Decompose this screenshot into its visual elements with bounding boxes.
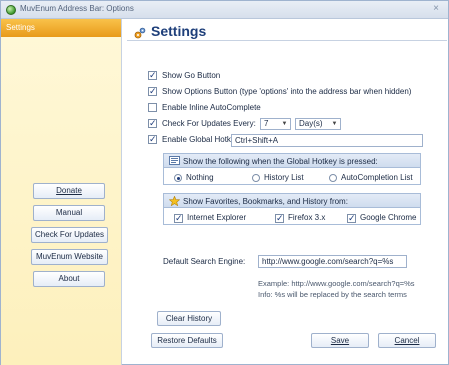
check-for-updates-label: Check For Updates	[35, 230, 104, 239]
hotkey-group-header: Show the following when the Global Hotke…	[164, 154, 420, 168]
muvenum-website-label: MuvEnum Website	[36, 252, 103, 261]
sources-group-title: Show Favorites, Bookmarks, and History f…	[183, 197, 348, 206]
inline-autocomplete-label: Enable Inline AutoComplete	[162, 103, 261, 112]
close-button[interactable]: ×	[433, 3, 439, 15]
radio-autocompletion-list[interactable]	[329, 174, 337, 182]
check-updates-label: Check For Updates Every:	[162, 119, 256, 128]
about-button[interactable]: About	[33, 271, 105, 287]
inline-autocomplete-checkbox[interactable]	[148, 103, 157, 112]
show-options-label: Show Options Button (type 'options' into…	[162, 87, 412, 96]
radio-nothing[interactable]	[174, 174, 182, 182]
save-button[interactable]: Save	[311, 333, 369, 348]
show-go-checkbox[interactable]	[148, 69, 157, 81]
search-info-text: Info: %s will be replaced by the search …	[258, 290, 407, 299]
title-bar[interactable]: MuvEnum Address Bar: Options ×	[1, 1, 448, 19]
sources-group-header: Show Favorites, Bookmarks, and History f…	[164, 194, 420, 208]
update-interval-select[interactable]: 7 ▼	[260, 118, 291, 130]
show-options-checkbox[interactable]	[148, 85, 157, 97]
page-title: Settings	[151, 23, 207, 39]
options-window: MuvEnum Address Bar: Options × Settings …	[0, 0, 449, 365]
search-example-text: Example: http://www.google.com/search?q=…	[258, 279, 415, 288]
hotkey-action-group: Show the following when the Global Hotke…	[163, 153, 421, 185]
check-updates-checkbox[interactable]	[148, 117, 157, 129]
star-icon	[169, 196, 180, 206]
update-unit-select[interactable]: Day(s) ▼	[295, 118, 341, 130]
donate-button-label: Donate	[56, 186, 82, 195]
internet-explorer-label: Internet Explorer	[187, 213, 247, 222]
update-interval-value: 7	[264, 119, 269, 128]
restore-defaults-button[interactable]: Restore Defaults	[151, 333, 223, 348]
manual-button-label: Manual	[55, 208, 83, 217]
app-logo-icon	[6, 5, 16, 15]
save-label: Save	[330, 336, 350, 345]
restore-defaults-label: Restore Defaults	[157, 336, 217, 345]
cancel-label: Cancel	[394, 336, 420, 345]
internet-explorer-checkbox[interactable]	[174, 212, 183, 224]
manual-button[interactable]: Manual	[33, 205, 105, 221]
google-chrome-label: Google Chrome	[360, 213, 417, 222]
hotkey-group-title: Show the following when the Global Hotke…	[183, 157, 378, 166]
chevron-down-icon: ▼	[331, 121, 338, 127]
list-icon	[169, 156, 180, 165]
settings-gear-icon	[134, 27, 146, 39]
google-chrome-checkbox[interactable]	[347, 212, 356, 224]
firefox-label: Firefox 3.x	[288, 213, 326, 222]
clear-history-button[interactable]: Clear History	[157, 311, 221, 326]
global-hotkey-label: Enable Global Hotkey:	[162, 135, 242, 144]
chevron-down-icon: ▼	[281, 121, 288, 127]
radio-autocompletion-list-label: AutoCompletion List	[341, 173, 413, 182]
donate-button[interactable]: Donate	[33, 183, 105, 199]
search-engine-input[interactable]: http://www.google.com/search?q=%s	[258, 255, 407, 268]
radio-nothing-label: Nothing	[186, 173, 214, 182]
cancel-button[interactable]: Cancel	[378, 333, 436, 348]
radio-history-list[interactable]	[252, 174, 260, 182]
firefox-checkbox[interactable]	[275, 212, 284, 224]
check-for-updates-button[interactable]: Check For Updates	[31, 227, 108, 243]
muvenum-website-button[interactable]: MuvEnum Website	[31, 249, 108, 265]
radio-history-list-label: History List	[264, 173, 304, 182]
settings-panel: Settings Show Go Button Show Options But…	[123, 19, 449, 365]
show-go-label: Show Go Button	[162, 71, 221, 80]
window-title: MuvEnum Address Bar: Options	[20, 4, 134, 13]
update-unit-value: Day(s)	[299, 119, 323, 128]
settings-heading: Settings	[127, 21, 447, 41]
global-hotkey-input[interactable]: Ctrl+Shift+A	[231, 134, 423, 147]
search-engine-label: Default Search Engine:	[163, 257, 246, 266]
sidebar: Settings Donate Manual Check For Updates…	[1, 19, 122, 365]
clear-history-label: Clear History	[165, 314, 213, 323]
global-hotkey-checkbox[interactable]	[148, 133, 157, 145]
sidebar-item-settings[interactable]: Settings	[1, 19, 121, 37]
sources-group: Show Favorites, Bookmarks, and History f…	[163, 193, 421, 225]
about-button-label: About	[58, 274, 80, 283]
